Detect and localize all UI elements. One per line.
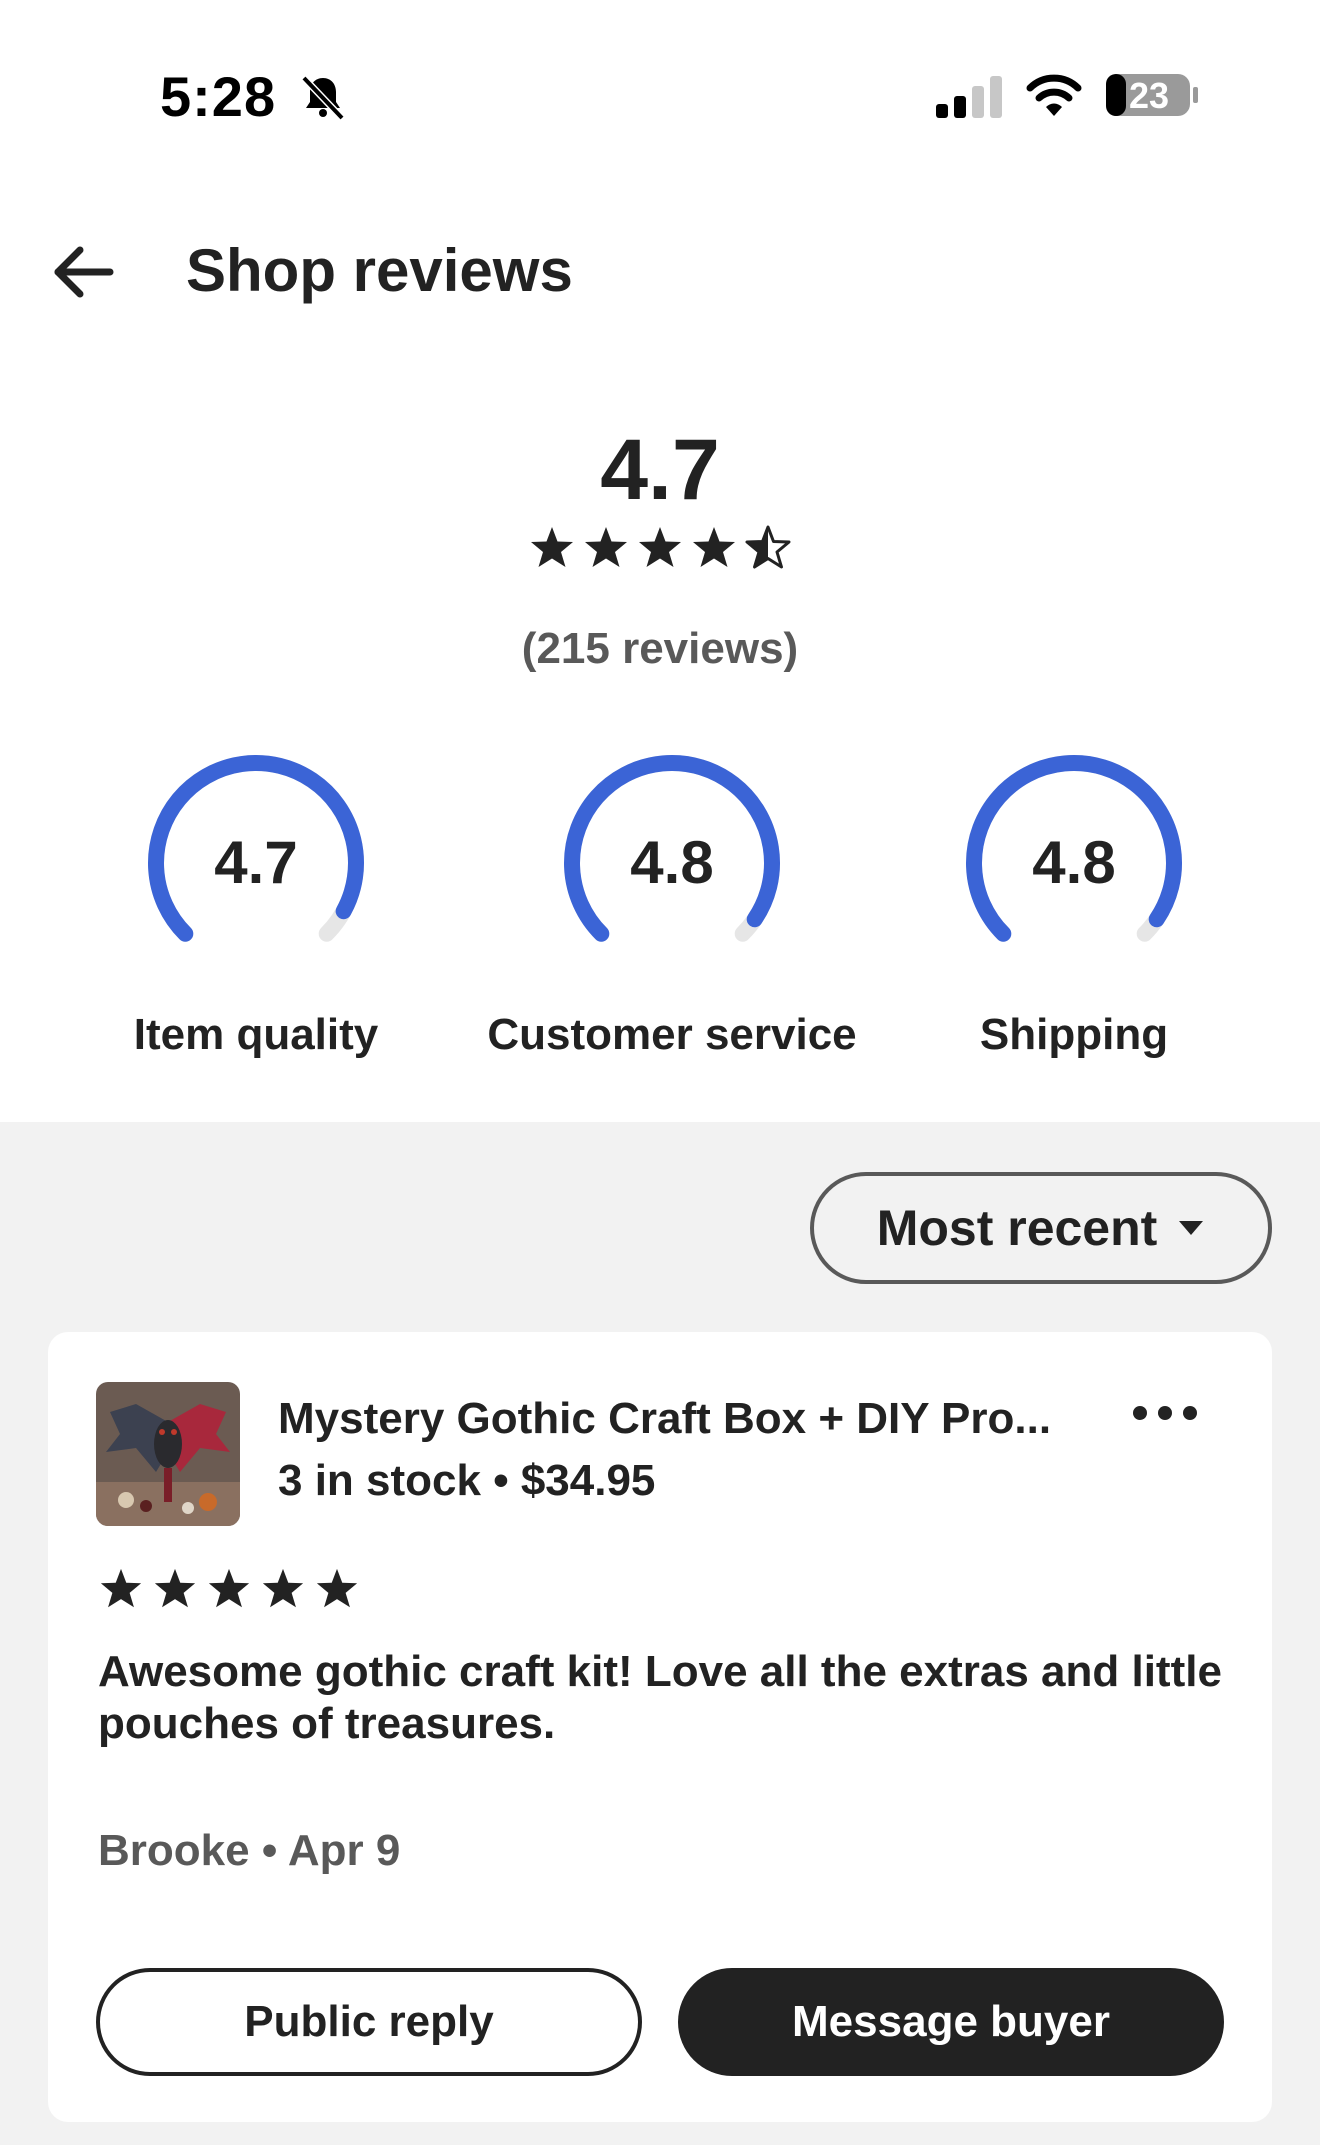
battery-level: 23: [1128, 75, 1170, 116]
listing-thumbnail[interactable]: [96, 1382, 240, 1526]
overall-score: 4.7: [600, 422, 720, 518]
bell-slash-icon: [301, 75, 345, 121]
wifi-icon: [1026, 74, 1082, 116]
sort-label: Most recent: [876, 1200, 1158, 1256]
public-reply-button[interactable]: Public reply: [96, 1968, 642, 2076]
rating-breakdown: 4.7 Item quality 4.8 Customer service 4.…: [0, 748, 1320, 1068]
listing-title[interactable]: Mystery Gothic Craft Box + DIY Pro...: [278, 1394, 1078, 1444]
arrow-left-icon[interactable]: [50, 242, 116, 302]
gauge-label: Item quality: [133, 1010, 379, 1059]
message-buyer-button[interactable]: Message buyer: [678, 1968, 1224, 2076]
star-full-icon: [639, 527, 681, 567]
gauge-customer-service: 4.8 Customer service: [482, 748, 862, 1060]
star-full-icon: [531, 527, 573, 567]
listing-image: [96, 1382, 240, 1526]
gauge-item-quality: 4.7 Item quality: [66, 748, 446, 1060]
star-full-icon: [208, 1568, 250, 1608]
listing-meta: 3 in stock • $34.95: [278, 1456, 656, 1505]
review-byline: Brooke • Apr 9: [98, 1826, 401, 1875]
gauge-label: Shipping: [979, 1010, 1169, 1059]
star-full-icon: [100, 1568, 142, 1608]
star-full-icon: [154, 1568, 196, 1608]
review-stars: [98, 1566, 360, 1612]
status-bar: 5:28 23: [0, 0, 1320, 190]
gauge-label: Customer service: [487, 1010, 857, 1059]
reviews-section: Most recent Mystery Gothic Craft Box + D: [0, 1122, 1320, 2145]
caret-down-icon: [1179, 1221, 1204, 1235]
cellular-signal-icon: [936, 76, 1002, 118]
header: Shop reviews: [0, 210, 1320, 330]
review-text: Awesome gothic craft kit! Love all the e…: [98, 1647, 1222, 1748]
gauge-shipping: 4.8 Shipping: [884, 748, 1264, 1060]
page-title: Shop reviews: [186, 237, 573, 304]
review-count: (215 reviews): [521, 624, 799, 673]
more-horizontal-icon[interactable]: [1130, 1398, 1200, 1428]
star-full-icon: [316, 1568, 358, 1608]
gauge-value: 4.8: [1032, 829, 1116, 896]
gauge-value: 4.7: [214, 829, 298, 896]
star-full-icon: [262, 1568, 304, 1608]
status-time: 5:28: [160, 65, 277, 128]
overall-stars: [0, 524, 1320, 580]
star-full-icon: [693, 527, 735, 567]
gauge-value: 4.8: [630, 829, 714, 896]
star-half-icon: [745, 525, 791, 569]
sort-dropdown[interactable]: Most recent: [810, 1172, 1272, 1284]
overall-rating: 4.7 (215 reviews): [0, 420, 1320, 674]
review-card: Mystery Gothic Craft Box + DIY Pro... 3 …: [48, 1332, 1272, 2122]
star-full-icon: [585, 527, 627, 567]
